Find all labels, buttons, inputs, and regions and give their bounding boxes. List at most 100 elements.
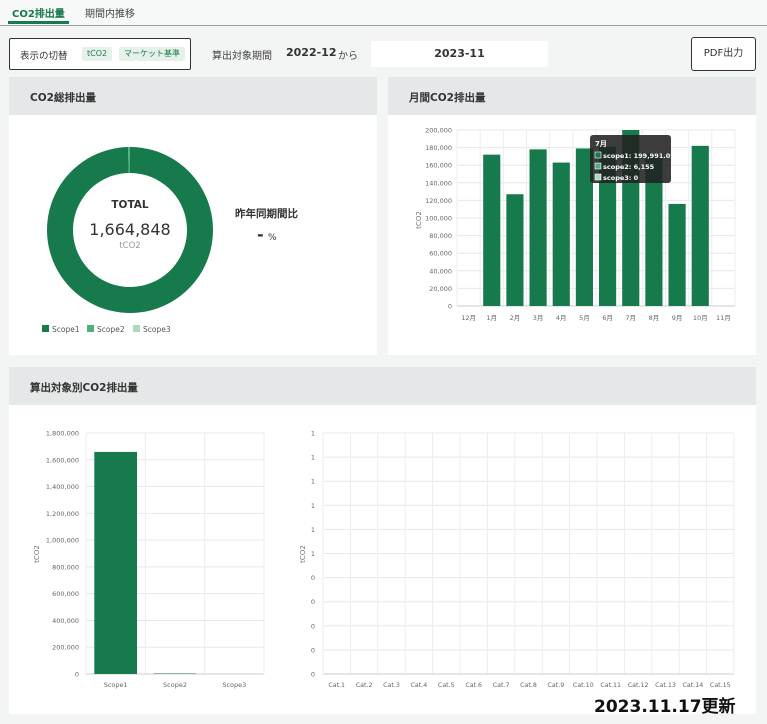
period-from[interactable]: 2022-12 [286,46,337,59]
monthly-y-tick: 180,000 [425,144,452,152]
category-y-tick: 1 [311,502,315,510]
monthly-y-tick: 80,000 [429,232,452,240]
scope-y-tick: 400,000 [52,617,79,625]
category-y-tick: 1 [311,454,315,462]
category-x-tick: Cat.4 [411,682,428,689]
monthly-y-axis-label: tCO2 [415,211,423,229]
tab-period-trend[interactable]: 期間内推移 [85,5,135,20]
scope-y-tick: 1,600,000 [46,456,79,464]
category-x-tick: Cat.9 [548,682,565,689]
monthly-x-tick: 8月 [649,314,660,322]
basis-pill[interactable]: マーケット基準 [119,47,185,61]
legend-swatch-scope2[interactable] [87,325,94,332]
tooltip-swatch-scope3 [594,173,602,181]
monthly-bar[interactable] [483,154,501,306]
category-y-tick: 0 [311,671,315,679]
unit-pill[interactable]: tCO2 [82,47,113,61]
total-unit: tCO2 [119,241,140,251]
monthly-x-tick: 9月 [672,314,683,322]
monthly-bar[interactable] [506,194,524,306]
display-toggle[interactable]: 表示の切替 tCO2 マーケット基準 [9,38,191,70]
scope-x-tick: Scope2 [163,681,187,689]
scope-bar[interactable] [153,673,197,674]
monthly-y-tick: 60,000 [429,250,452,258]
scope-x-tick: Scope1 [104,681,128,689]
category-x-tick: Cat.13 [655,682,676,689]
monthly-y-tick: 40,000 [429,267,452,275]
scope-y-tick: 800,000 [52,563,79,571]
monthly-bar[interactable] [691,145,709,306]
yoy-label: 昨年同期間比 [235,207,298,220]
monthly-x-tick: 5月 [579,314,590,322]
category-y-tick: 1 [311,550,315,558]
category-x-tick: Cat.10 [573,682,594,689]
category-y-tick: 0 [311,598,315,606]
tooltip-line-scope3: scope3: 0 [603,174,639,182]
target-bar-charts: 0 200,000 400,000 600,000 800,000 1,000,000 1,… [33,430,735,689]
category-x-tick: Cat.15 [710,682,731,689]
monthly-y-tick: 200,000 [425,127,452,135]
monthly-x-tick: 6月 [602,314,613,322]
category-y-tick: 0 [311,646,315,654]
monthly-x-tick: 12月 [461,314,476,322]
tab-bar: CO2排出量 期間内推移 [0,0,767,26]
monthly-x-tick: 3月 [533,314,544,322]
category-y-tick: 0 [311,574,315,582]
category-y-tick: 1 [311,478,315,486]
tooltip-swatch-scope2 [594,162,602,170]
monthly-y-tick: 0 [448,303,452,311]
total-value: 1,664,848 [89,220,170,239]
scope-y-tick: 1,000,000 [46,537,79,545]
monthly-x-tick: 2月 [510,314,521,322]
category-y-tick: 0 [311,622,315,630]
display-toggle-label: 表示の切替 [20,51,68,62]
yoy-unit: % [268,233,277,243]
scope-y-axis-label: tCO2 [33,545,41,563]
target-emissions-card: 算出対象別CO2排出量 0 200,000 400,000 600,000 800,00… [9,367,756,714]
monthly-y-tick: 140,000 [425,179,452,187]
monthly-bar[interactable] [668,203,686,306]
scope-y-tick: 600,000 [52,590,79,598]
monthly-y-tick: 20,000 [429,285,452,293]
monthly-x-tick: 4月 [556,314,567,322]
monthly-bar-chart: 0 20,000 40,000 60,000 80,000 100,000 120,000 1… [415,127,736,322]
category-x-tick: Cat.2 [356,682,373,689]
monthly-y-tick: 100,000 [425,215,452,223]
total-label: TOTAL [111,199,149,211]
period-separator: から [338,51,358,62]
scope-y-tick: 1,400,000 [46,483,79,491]
category-x-tick: Cat.7 [493,682,510,689]
scope-x-tick: Scope3 [222,681,246,689]
scope-y-tick: 1,200,000 [46,510,79,518]
category-y-tick: 1 [311,526,315,534]
category-x-tick: Cat.3 [383,682,400,689]
legend-swatch-scope1[interactable] [42,325,49,332]
monthly-x-tick: 10月 [693,314,708,322]
period-to-input[interactable]: 2023-11 [371,41,548,67]
category-x-tick: Cat.12 [628,682,649,689]
category-x-tick: Cat.11 [600,682,621,689]
donut-chart: TOTAL 1,664,848 tCO2 昨年同期間比 - % Scope1 Sc… [42,147,298,334]
tooltip-title: 7月 [595,140,607,148]
scope-bar[interactable] [94,451,138,674]
tab-co2-emissions[interactable]: CO2排出量 [8,5,69,24]
monthly-bar[interactable] [552,162,570,306]
monthly-emissions-card: 月間CO2排出量 0 20,000 40,000 60,000 80,000 100,00… [388,77,756,355]
yoy-value: - [257,225,264,244]
category-y-axis-label: tCO2 [299,545,307,563]
legend-swatch-scope3[interactable] [133,325,140,332]
monthly-bar[interactable] [529,149,547,306]
category-x-tick: Cat.5 [438,682,455,689]
scope-y-tick: 0 [75,671,79,679]
total-emissions-card: CO2総排出量 TOTAL 1,664,848 tCO2 昨年同期間比 - % … [9,77,377,355]
scope-y-tick: 200,000 [52,644,79,652]
legend-label-scope2[interactable]: Scope2 [97,325,125,334]
monthly-y-tick: 120,000 [425,197,452,205]
legend-label-scope3[interactable]: Scope3 [143,325,171,334]
legend-label-scope1[interactable]: Scope1 [52,325,80,334]
monthly-x-tick: 11月 [716,314,731,322]
pdf-export-button[interactable]: PDF出力 [691,37,756,71]
monthly-x-tick: 1月 [486,314,497,322]
category-x-tick: Cat.14 [683,682,704,689]
monthly-x-tick: 7月 [625,314,636,322]
